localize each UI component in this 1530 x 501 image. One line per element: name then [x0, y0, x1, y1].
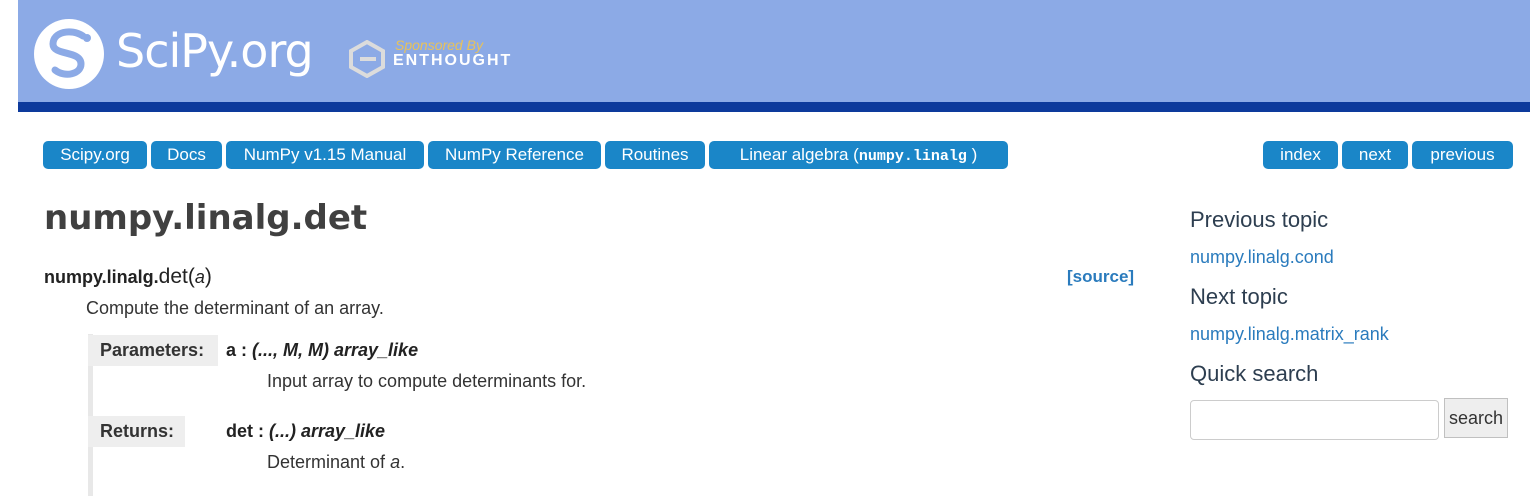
breadcrumb-linalg-code: numpy.linalg [858, 148, 967, 165]
page-title: numpy.linalg.det [44, 198, 368, 238]
signature-close: ) [204, 265, 212, 288]
source-link[interactable]: [source] [1067, 267, 1134, 287]
search-button[interactable]: search [1444, 398, 1508, 438]
sponsor-caption: Sponsored By [395, 37, 483, 53]
header-bar [18, 102, 1530, 112]
next-link[interactable]: next [1342, 141, 1408, 169]
previous-topic-link[interactable]: numpy.linalg.cond [1190, 247, 1334, 268]
signature-function: det( [158, 265, 195, 288]
quick-search-heading: Quick search [1190, 361, 1319, 386]
previous-topic-heading: Previous topic [1190, 207, 1329, 232]
enthought-logo-icon[interactable] [349, 40, 385, 78]
next-topic-heading: Next topic [1190, 284, 1288, 309]
signature-module: numpy.linalg. [44, 267, 159, 287]
function-description: Compute the determinant of an array. [86, 298, 384, 318]
return-desc-suffix: . [400, 452, 406, 472]
index-link[interactable]: index [1263, 141, 1338, 169]
returns-label: Returns: [88, 416, 185, 447]
next-topic-link[interactable]: numpy.linalg.matrix_rank [1190, 324, 1389, 345]
breadcrumb-linear-algebra[interactable]: Linear algebra (numpy.linalg ) [709, 141, 1008, 169]
param-a-description: Input array to compute determinants for. [267, 371, 587, 391]
return-det-name: det : [226, 421, 269, 441]
return-desc-arg: a [390, 452, 401, 472]
param-a-type: (..., M, M) array_like [252, 340, 419, 360]
breadcrumb-linalg-label: Linear algebra ( [739, 145, 859, 164]
site-logo-text[interactable]: SciPy.org [116, 24, 314, 78]
breadcrumb-linalg-suffix: ) [966, 145, 978, 164]
return-det: det : (...) array_like [226, 421, 385, 442]
function-signature: numpy.linalg.det(a) [44, 265, 212, 289]
sponsor-name[interactable]: ENTHOUGHT [393, 52, 512, 70]
parameters-label: Parameters: [88, 335, 218, 366]
return-det-description: Determinant of a. [267, 452, 405, 473]
breadcrumb-numpy-reference[interactable]: NumPy Reference [428, 141, 601, 169]
breadcrumb-routines[interactable]: Routines [605, 141, 705, 169]
breadcrumb-scipy-org[interactable]: Scipy.org [43, 141, 147, 169]
search-input[interactable] [1190, 400, 1439, 440]
param-a: a : (..., M, M) array_like [226, 340, 418, 361]
return-det-type: (...) array_like [269, 421, 386, 441]
breadcrumb-docs[interactable]: Docs [151, 141, 222, 169]
signature-argument: a [194, 267, 205, 287]
scipy-logo-icon[interactable] [33, 18, 105, 90]
return-desc-prefix: Determinant of [267, 452, 391, 472]
page-margin [0, 0, 18, 501]
breadcrumb-numpy-manual[interactable]: NumPy v1.15 Manual [226, 141, 424, 169]
param-a-name: a : [226, 340, 253, 360]
previous-link[interactable]: previous [1412, 141, 1513, 169]
